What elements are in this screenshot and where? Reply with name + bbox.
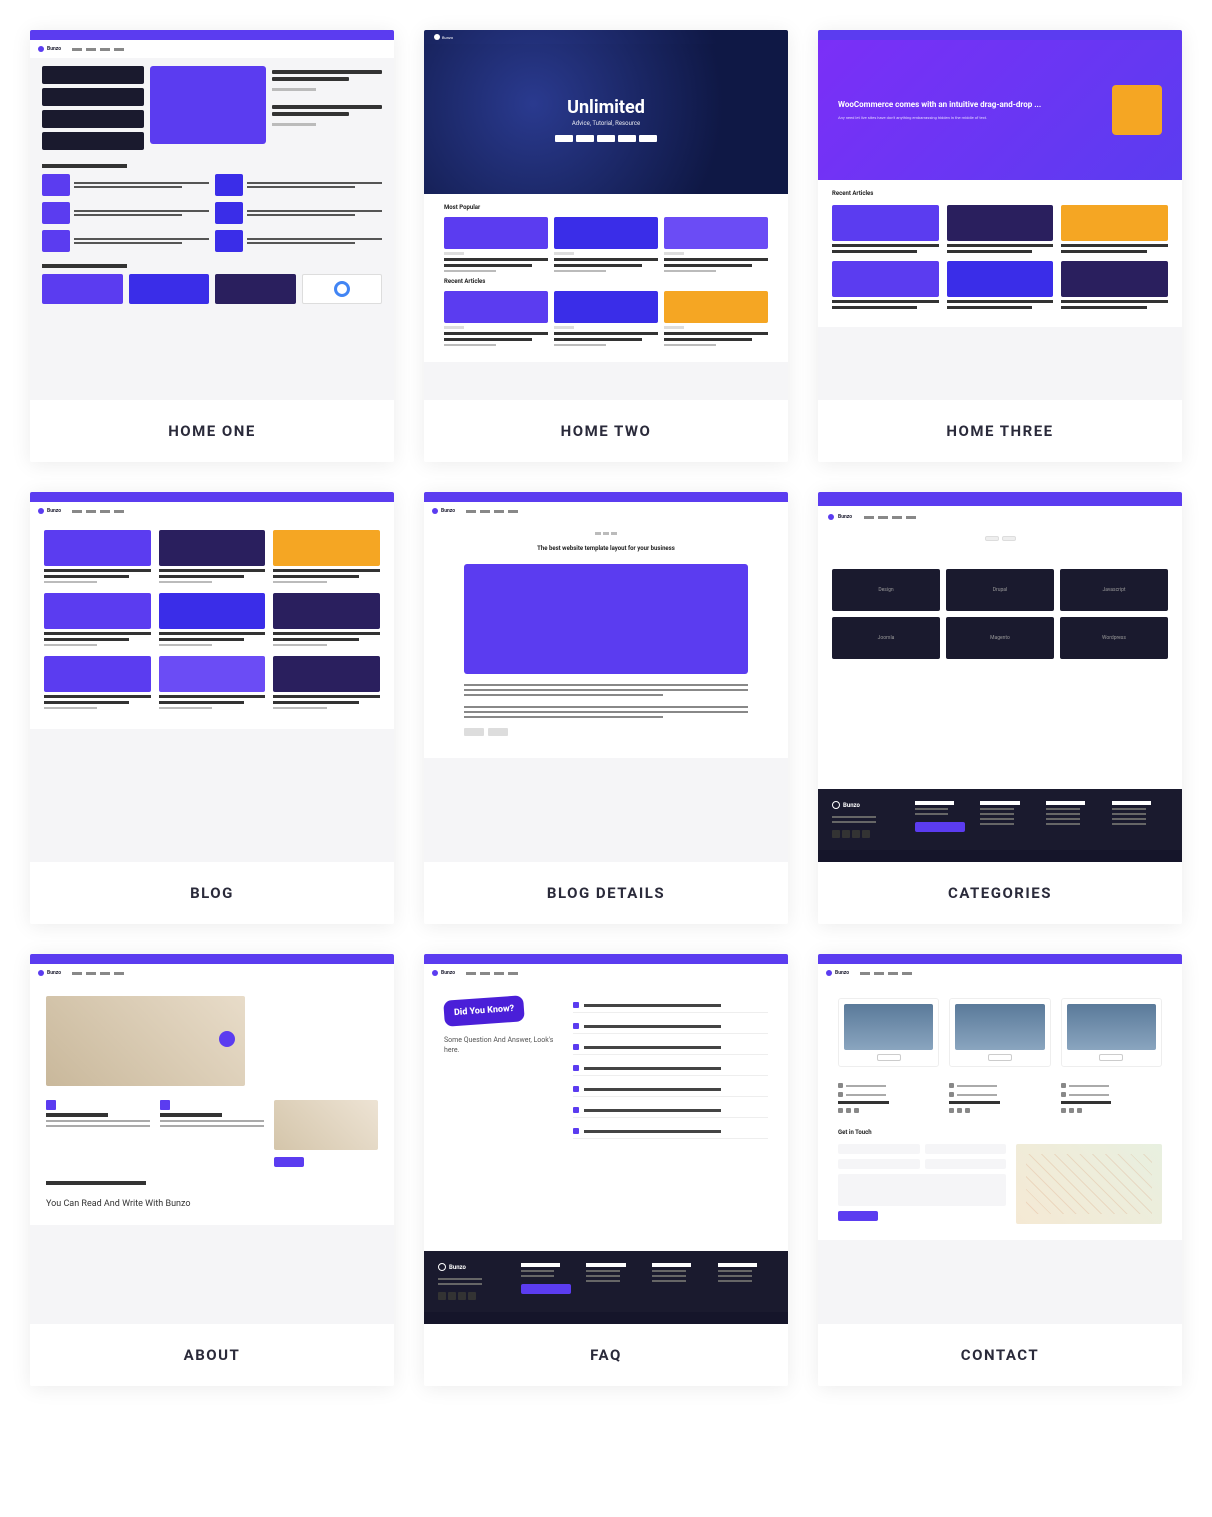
label-home-one: HOME ONE bbox=[30, 400, 394, 462]
label-about: ABOUT bbox=[30, 1324, 394, 1386]
card-contact[interactable]: Bunzo bbox=[818, 954, 1182, 1386]
template-grid: Bunzo bbox=[30, 30, 1182, 1386]
card-about[interactable]: Bunzo bbox=[30, 954, 394, 1386]
thumb-blog: Bunzo bbox=[30, 492, 394, 862]
label-home-two: HOME TWO bbox=[424, 400, 788, 462]
card-categories[interactable]: Bunzo Design Drupal Javascript Joomla Ma… bbox=[818, 492, 1182, 924]
label-faq: FAQ bbox=[424, 1324, 788, 1386]
label-home-three: HOME THREE bbox=[818, 400, 1182, 462]
card-home-three[interactable]: WooCommerce comes with an intuitive drag… bbox=[818, 30, 1182, 462]
card-home-one[interactable]: Bunzo bbox=[30, 30, 394, 462]
thumb-categories: Bunzo Design Drupal Javascript Joomla Ma… bbox=[818, 492, 1182, 862]
label-blog: BLOG bbox=[30, 862, 394, 924]
label-blog-details: BLOG DETAILS bbox=[424, 862, 788, 924]
label-categories: CATEGORIES bbox=[818, 862, 1182, 924]
card-blog-details[interactable]: Bunzo The best website template layout f… bbox=[424, 492, 788, 924]
thumb-home-two: Bunzo Unlimited Advice, Tutorial, Resour… bbox=[424, 30, 788, 400]
label-contact: CONTACT bbox=[818, 1324, 1182, 1386]
thumb-blog-details: Bunzo The best website template layout f… bbox=[424, 492, 788, 862]
thumb-home-one: Bunzo bbox=[30, 30, 394, 400]
thumb-faq: Bunzo Did You Know? Some Question And An… bbox=[424, 954, 788, 1324]
card-faq[interactable]: Bunzo Did You Know? Some Question And An… bbox=[424, 954, 788, 1386]
thumb-home-three: WooCommerce comes with an intuitive drag… bbox=[818, 30, 1182, 400]
thumb-contact: Bunzo bbox=[818, 954, 1182, 1324]
thumb-about: Bunzo bbox=[30, 954, 394, 1324]
card-blog[interactable]: Bunzo bbox=[30, 492, 394, 924]
card-home-two[interactable]: Bunzo Unlimited Advice, Tutorial, Resour… bbox=[424, 30, 788, 462]
